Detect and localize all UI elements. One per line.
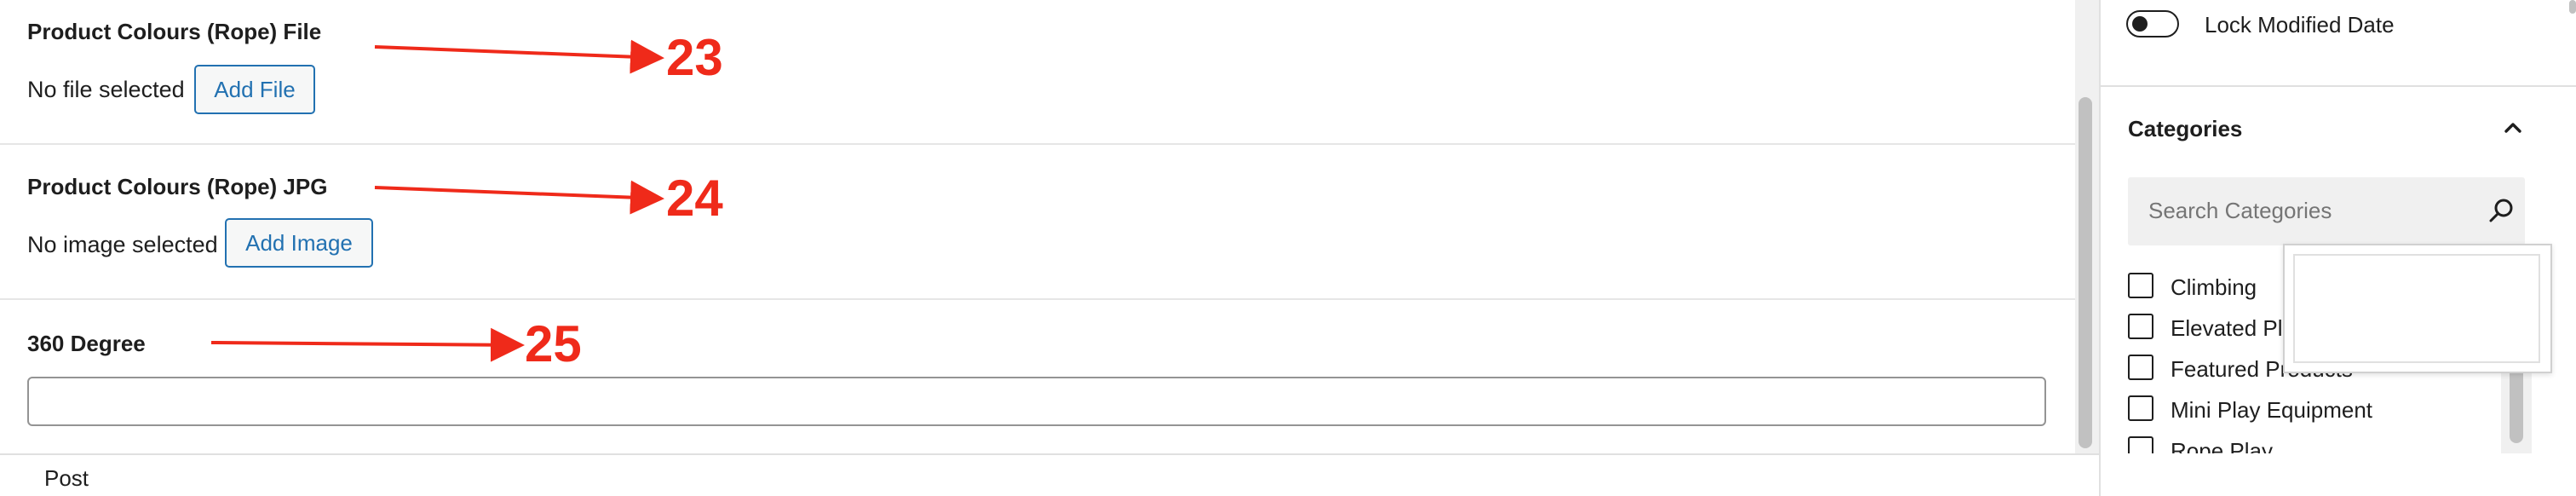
sidebar-scrollbar-thumb[interactable]: [2569, 0, 2576, 14]
category-checkbox[interactable]: [2128, 395, 2153, 421]
chevron-up-icon[interactable]: [2498, 114, 2528, 141]
search-categories-input[interactable]: Search Categories: [2128, 177, 2525, 245]
search-placeholder: Search Categories: [2148, 198, 2332, 223]
category-item-rope-play[interactable]: Rope Play: [2128, 433, 2503, 453]
lock-modified-date-toggle[interactable]: [2126, 10, 2179, 37]
category-label: Climbing: [2171, 274, 2257, 300]
main-scrollbar-thumb[interactable]: [2079, 97, 2092, 448]
editor-footer: Post: [0, 453, 2099, 496]
file-status: No file selected: [27, 77, 185, 102]
image-status: No image selected: [27, 232, 218, 257]
field-product-colours-jpg: Product Colours (Rope) JPG No image sele…: [0, 143, 2075, 300]
panel-divider: [2101, 85, 2576, 87]
annotation-number: 24: [666, 170, 723, 227]
annotation-number: 25: [525, 315, 582, 372]
category-label: Elevated Pla: [2171, 315, 2295, 341]
add-image-button[interactable]: Add Image: [225, 218, 373, 268]
popover-content: [2293, 254, 2540, 363]
main-content: Product Colours (Rope) File No file sele…: [0, 0, 2075, 453]
categories-panel-title: Categories: [2128, 116, 2243, 141]
category-checkbox[interactable]: [2128, 273, 2153, 298]
main-scrollbar[interactable]: [2075, 0, 2099, 453]
empty-popover: [2283, 244, 2552, 373]
field-label: 360 Degree: [27, 331, 146, 356]
field-label: Product Colours (Rope) File: [27, 19, 322, 44]
annotation-number: 23: [666, 29, 723, 86]
field-label: Product Colours (Rope) JPG: [27, 174, 328, 199]
category-checkbox[interactable]: [2128, 436, 2153, 453]
field-product-colours-file: Product Colours (Rope) File No file sele…: [0, 0, 2075, 145]
360-degree-input[interactable]: [27, 377, 2046, 426]
category-checkbox[interactable]: [2128, 355, 2153, 380]
search-icon: [2489, 199, 2513, 222]
category-item-mini-play-equipment[interactable]: Mini Play Equipment: [2128, 392, 2503, 423]
toggle-knob: [2132, 16, 2148, 32]
category-label: Rope Play: [2171, 438, 2273, 453]
field-360-degree: 360 Degree: [0, 298, 2075, 453]
category-label: Mini Play Equipment: [2171, 397, 2372, 423]
category-checkbox[interactable]: [2128, 314, 2153, 339]
lock-modified-date-label: Lock Modified Date: [2205, 12, 2395, 37]
add-file-button[interactable]: Add File: [194, 65, 315, 114]
breadcrumb-post[interactable]: Post: [44, 465, 89, 492]
